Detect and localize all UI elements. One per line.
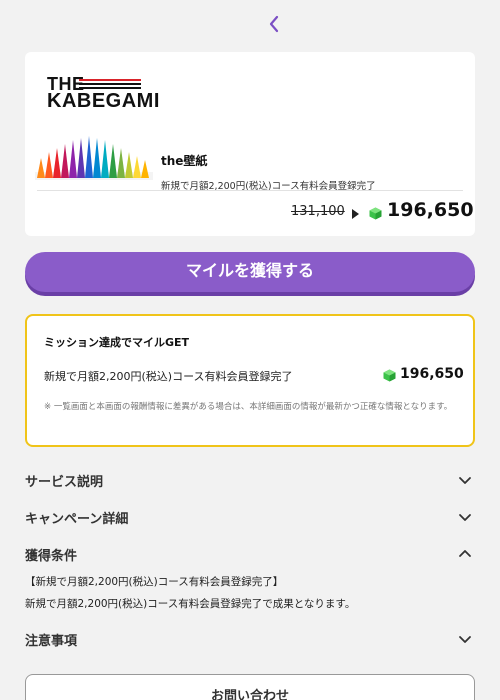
offer-title: the壁紙 <box>161 154 208 168</box>
section-service-description[interactable]: サービス説明 <box>25 469 475 491</box>
kabegami-logo: THE KABEGAMI <box>35 74 159 180</box>
chevron-down-icon <box>459 636 471 643</box>
old-points: 131,100 <box>291 204 345 219</box>
mission-points: 196,650 <box>400 366 464 382</box>
chevron-up-icon <box>459 550 471 557</box>
triangle-right-icon <box>352 209 359 219</box>
section-acquisition-conditions[interactable]: 獲得条件 <box>25 543 475 565</box>
logo-stripes <box>79 79 141 91</box>
green-gem-icon <box>383 369 396 382</box>
offer-card[interactable]: THE KABEGAMI the壁紙 新規で月額2,200円(税込)コース有料会… <box>25 52 475 236</box>
section-notes[interactable]: 注意事項 <box>25 628 475 650</box>
new-points: 196,650 <box>387 199 474 221</box>
chevron-down-icon <box>459 477 471 484</box>
mission-note: ※ 一覧画面と本画面の報酬情報に差異がある場合は、本詳細画面の情報が最新かつ正確… <box>44 402 453 412</box>
chevron-down-icon <box>459 514 471 521</box>
mission-description: 新規で月額2,200円(税込)コース有料会員登録完了 <box>44 370 293 383</box>
mission-box: ミッション達成でマイルGET 新規で月額2,200円(税込)コース有料会員登録完… <box>25 314 475 447</box>
section-label: 獲得条件 <box>25 549 78 564</box>
get-miles-button[interactable]: マイルを獲得する <box>25 252 475 292</box>
section-label: 注意事項 <box>25 634 78 649</box>
section-campaign-details[interactable]: キャンペーン詳細 <box>25 506 475 528</box>
mission-title: ミッション達成でマイルGET <box>44 336 190 349</box>
back-button[interactable] <box>264 12 284 36</box>
logo-line-2: KABEGAMI <box>47 90 160 112</box>
section-label: サービス説明 <box>25 475 104 490</box>
colored-pencils-image <box>35 136 153 180</box>
chevron-left-icon <box>269 15 279 33</box>
card-divider <box>37 190 463 191</box>
green-gem-icon <box>369 207 382 220</box>
conditions-heading-text: 【新規で月額2,200円(税込)コース有料会員登録完了】 <box>25 576 284 588</box>
conditions-body-text: 新規で月額2,200円(税込)コース有料会員登録完了で成果となります。 <box>25 598 356 610</box>
contact-button[interactable]: お問い合わせ <box>25 674 475 700</box>
section-label: キャンペーン詳細 <box>25 512 129 527</box>
